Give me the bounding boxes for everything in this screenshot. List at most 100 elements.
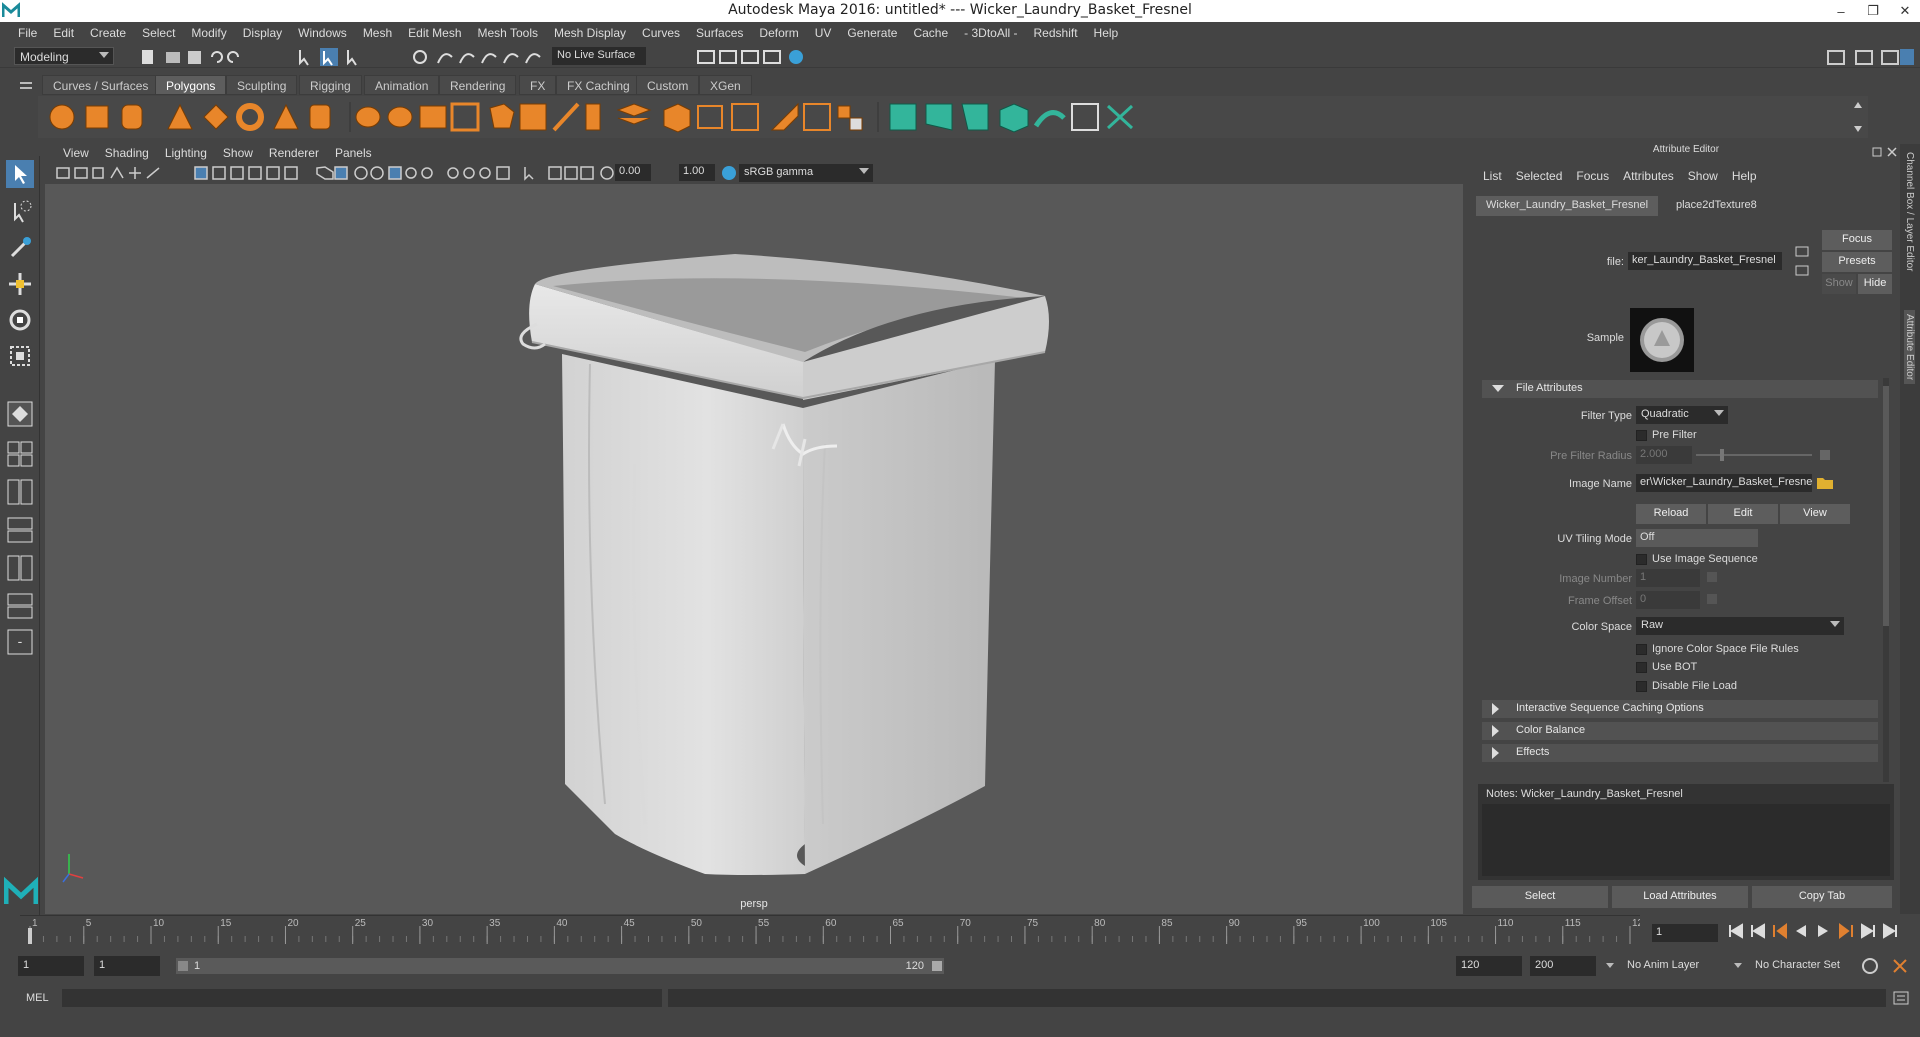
tab-custom[interactable]: Custom [636,75,700,95]
color-space-dropdown[interactable]: sRGB gamma [739,164,873,182]
menu-deform[interactable]: Deform [751,26,806,40]
current-frame-marker[interactable] [28,928,32,944]
menu-create[interactable]: Create [82,26,134,40]
side-tab-channel-box[interactable]: Channel Box / Layer Editor [1904,152,1915,272]
tab-rigging[interactable]: Rigging [299,75,362,95]
character-set-field[interactable]: No Character Set [1750,956,1858,976]
script-editor-icon[interactable] [1892,990,1910,1006]
mode-dropdown[interactable]: Modeling [14,47,114,65]
file-icons[interactable] [140,48,250,66]
playback-start-field[interactable]: 1 [94,956,160,976]
vp-menu-lighting[interactable]: Lighting [157,146,215,160]
select-tool-icon[interactable] [6,160,34,188]
menu-edit-mesh[interactable]: Edit Mesh [400,26,469,40]
file-name-field[interactable]: ker_Laundry_Basket_Fresnel [1628,252,1782,270]
vp-menu-show[interactable]: Show [215,146,261,160]
presets-button[interactable]: Presets [1822,252,1892,272]
menu-redshift[interactable]: Redshift [1026,26,1086,40]
tab-curves-surfaces[interactable]: Curves / Surfaces [42,75,160,95]
menu-help[interactable]: Help [1086,26,1127,40]
shelf-scroll-icon[interactable] [1848,96,1868,138]
vp-menu-panels[interactable]: Panels [327,146,380,160]
anim-layer-field[interactable]: No Anim Layer [1622,956,1730,976]
tab-place2dtexture[interactable]: place2dTexture8 [1666,196,1767,216]
workspace-icons[interactable] [1824,47,1916,67]
attr-scrollbar[interactable] [1880,378,1892,782]
layout-two-icon[interactable] [6,478,34,506]
menu-edit[interactable]: Edit [45,26,82,40]
gamma-field[interactable]: 1.00 [679,164,715,181]
side-tab-attribute-editor[interactable]: Attribute Editor [1904,310,1915,385]
scale-tool-icon[interactable] [6,342,34,370]
lasso-tool-icon[interactable] [6,198,34,226]
range-start-handle[interactable] [178,961,188,971]
attr-menu-selected[interactable]: Selected [1509,169,1570,183]
file-attributes-section[interactable]: File Attributes [1482,380,1878,398]
time-slider[interactable]: 1 5 10 15 20 25 30 35 40 45 50 55 60 65 70 75 80 85 90 95 10… [20,915,1640,945]
anim-start-field[interactable]: 1 [18,956,84,976]
menu-mesh-display[interactable]: Mesh Display [546,26,634,40]
selection-mode-icons[interactable] [296,47,376,67]
filter-type-dropdown[interactable]: Quadratic [1636,406,1728,424]
uv-tiling-dropdown[interactable]: Off [1636,529,1758,547]
vp-menu-renderer[interactable]: Renderer [261,146,327,160]
ignore-cs-checkbox[interactable] [1636,644,1647,655]
image-name-field[interactable]: er\Wicker_Laundry_Basket_Fresnel.png [1636,474,1812,492]
tab-file-node[interactable]: Wicker_Laundry_Basket_Fresnel [1476,196,1659,216]
pre-filter-checkbox[interactable] [1636,430,1647,441]
range-bar[interactable]: 1 120 [176,958,944,974]
layout-uv-icon[interactable] [6,592,34,620]
load-attributes-button[interactable]: Load Attributes [1612,886,1748,908]
viewport-3d[interactable]: persp [45,184,1463,914]
current-frame-field[interactable]: 1 [1652,924,1718,942]
use-bot-checkbox[interactable] [1636,662,1647,673]
view-button[interactable]: View [1780,504,1850,524]
menu-windows[interactable]: Windows [290,26,355,40]
select-button[interactable]: Select [1472,886,1608,908]
show-button[interactable]: Show [1822,274,1856,294]
attr-menu-show[interactable]: Show [1681,169,1725,183]
chevron-down-icon[interactable] [1732,960,1744,972]
rotate-tool-icon[interactable] [6,306,34,334]
menu-modify[interactable]: Modify [183,26,234,40]
layout-extra-icon[interactable]: - [6,628,34,656]
color-space-attr-dropdown[interactable]: Raw [1636,617,1844,635]
hide-button[interactable]: Hide [1858,274,1892,294]
snap-icons[interactable] [410,47,550,67]
disable-file-load-checkbox[interactable] [1636,681,1647,692]
copy-tab-button[interactable]: Copy Tab [1752,886,1892,908]
attr-menu-focus[interactable]: Focus [1569,169,1616,183]
menu-generate[interactable]: Generate [839,26,905,40]
exposure-field[interactable]: 0.00 [615,164,651,181]
tab-rendering[interactable]: Rendering [439,75,517,95]
layout-graph-icon[interactable] [6,554,34,582]
layout-single-icon[interactable] [6,400,34,428]
color-management-icon[interactable] [721,165,737,181]
close-icon[interactable]: ✕ [1896,3,1914,19]
vp-menu-view[interactable]: View [55,146,97,160]
paint-select-tool-icon[interactable] [6,234,34,262]
chevron-down-icon[interactable] [1604,960,1616,972]
menu-file[interactable]: File [10,26,45,40]
anim-end-field[interactable]: 200 [1530,956,1596,976]
tab-fx-caching[interactable]: FX Caching [556,75,641,95]
tab-animation[interactable]: Animation [364,75,440,95]
key-prefs-icons[interactable] [1860,956,1916,976]
menu-cache[interactable]: Cache [905,26,956,40]
menu-mesh[interactable]: Mesh [355,26,400,40]
menu-lines-icon[interactable] [20,81,32,91]
command-input[interactable] [62,989,662,1007]
map-buttons-icons[interactable] [1706,570,1718,612]
attr-menu-help[interactable]: Help [1725,169,1764,183]
effects-section[interactable]: Effects [1482,744,1878,762]
notes-textarea[interactable] [1482,804,1890,876]
tab-polygons[interactable]: Polygons [155,75,227,95]
tab-xgen[interactable]: XGen [699,75,752,95]
playback-controls[interactable] [1726,920,1916,942]
menu-uv[interactable]: UV [807,26,840,40]
menu-mesh-tools[interactable]: Mesh Tools [470,26,546,40]
live-surface-field[interactable]: No Live Surface [552,47,646,65]
range-end-handle[interactable] [932,961,942,971]
focus-button[interactable]: Focus [1822,230,1892,250]
attr-menu-attributes[interactable]: Attributes [1616,169,1681,183]
